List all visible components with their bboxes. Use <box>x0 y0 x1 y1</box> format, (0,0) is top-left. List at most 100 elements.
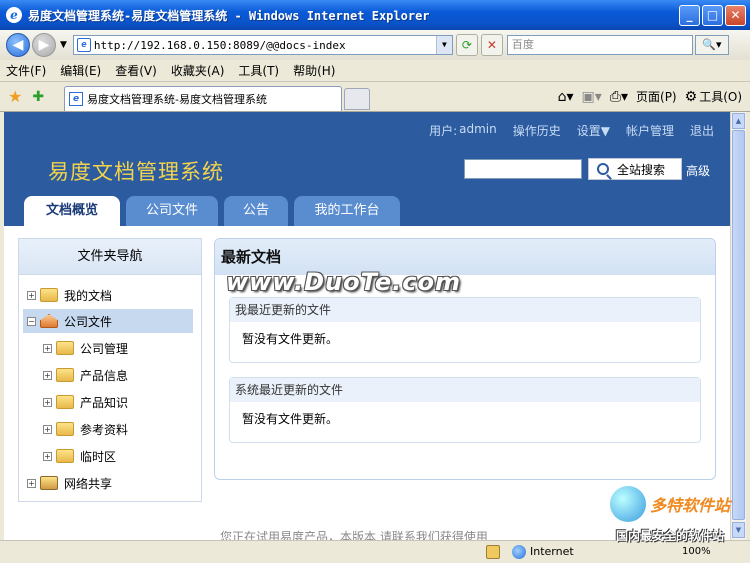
folder-icon <box>40 288 58 302</box>
expand-icon[interactable]: + <box>43 451 52 461</box>
tree-node-my-docs[interactable]: + 我的文档 <box>27 283 112 307</box>
menu-help[interactable]: 帮助(H) <box>293 62 335 79</box>
system-recent-files-box: 系统最近更新的文件 暂没有文件更新。 <box>229 377 701 443</box>
top-links: 用户: admin 操作历史 设置▼ 帐户管理 退出 <box>429 122 714 139</box>
forward-button[interactable]: ▶ <box>32 33 56 57</box>
folder-icon <box>56 422 74 436</box>
brand-tagline: 国内最安全的软件站 <box>616 529 725 543</box>
site-search-input[interactable] <box>464 159 582 179</box>
refresh-button[interactable]: ⟳ <box>455 34 478 56</box>
tree-node-label: 公司文件 <box>64 314 113 329</box>
logo-text: 多特软件站 <box>650 496 731 515</box>
user-label: 用户: <box>429 124 458 138</box>
tools-menu[interactable]: 工具(O) <box>699 88 742 105</box>
site-search-label: 全站搜索 <box>617 162 666 177</box>
tab-company-files[interactable]: 公司文件 <box>126 196 218 226</box>
home-icon[interactable]: ⌂▾ <box>558 89 574 105</box>
vertical-scrollbar[interactable]: ▲ ▼ <box>730 112 746 540</box>
network-folder-icon <box>40 476 58 490</box>
watermark: www.DuoTe.com <box>226 268 461 296</box>
search-icon <box>597 163 609 175</box>
folder-icon <box>56 368 74 382</box>
tab-announcements[interactable]: 公告 <box>224 196 288 226</box>
home-folder-icon <box>40 314 58 328</box>
gear-icon[interactable]: ⚙ <box>685 89 698 105</box>
menu-tools[interactable]: 工具(T) <box>238 62 279 79</box>
expand-icon[interactable]: + <box>27 290 36 300</box>
search-button[interactable]: 🔍▾ <box>694 35 729 55</box>
close-button[interactable]: ✕ <box>725 5 746 26</box>
tree-node-company-files[interactable]: − 公司文件 <box>23 309 193 333</box>
zoom-level[interactable]: 100% <box>682 546 711 557</box>
stop-button[interactable]: ✕ <box>480 34 503 56</box>
menu-favorites[interactable]: 收藏夹(A) <box>171 62 225 79</box>
zone-label: Internet <box>530 545 574 558</box>
tab-overview[interactable]: 文档概览 <box>24 196 120 226</box>
menu-file[interactable]: 文件(F) <box>6 62 46 79</box>
command-bar: ⌂▾ ▣▾ ⎙▾ 页面(P) ⚙ 工具(O) <box>550 88 742 105</box>
minimize-button[interactable]: _ <box>679 5 700 26</box>
tree-node-reference[interactable]: + 参考资料 <box>43 417 128 441</box>
tab-page-icon: e <box>69 92 83 106</box>
ie-logo-icon: e <box>6 7 22 23</box>
address-dropdown-icon[interactable]: ▼ <box>435 36 452 54</box>
tree-node-label: 网络共享 <box>64 476 113 491</box>
internet-zone-icon <box>512 545 526 559</box>
search-input[interactable]: 百度 <box>506 35 693 55</box>
address-bar[interactable]: e http://192.168.0.150:8089/@@docs-index… <box>72 35 453 55</box>
footer-text: 您正在试用易度产品，本版本 请联系我们获得使用 <box>220 530 488 540</box>
tree-node-product-knowledge[interactable]: + 产品知识 <box>43 390 128 414</box>
back-button[interactable]: ◀ <box>6 33 30 57</box>
page-menu[interactable]: 页面(P) <box>636 88 677 105</box>
user-name-link[interactable]: admin <box>459 122 497 139</box>
menu-bar: 文件(F) 编辑(E) 查看(V) 收藏夹(A) 工具(T) 帮助(H) <box>0 60 750 82</box>
menu-view[interactable]: 查看(V) <box>115 62 157 79</box>
tree-node-company-mgmt[interactable]: + 公司管理 <box>43 336 128 360</box>
address-toolbar: ◀ ▶ ▼ e http://192.168.0.150:8089/@@docs… <box>0 30 750 60</box>
page-content: 用户: admin 操作历史 设置▼ 帐户管理 退出 易度文档管理系统 全站搜索… <box>4 112 730 540</box>
scroll-up-icon[interactable]: ▲ <box>732 113 745 129</box>
tab-my-workspace[interactable]: 我的工作台 <box>294 196 400 226</box>
scroll-thumb[interactable] <box>732 130 745 520</box>
advanced-search-link[interactable]: 高级 <box>686 162 710 179</box>
browser-tab-title: 易度文档管理系统-易度文档管理系统 <box>87 93 267 106</box>
logout-link[interactable]: 退出 <box>690 122 714 139</box>
settings-link[interactable]: 设置▼ <box>577 122 610 139</box>
expand-icon[interactable]: + <box>43 397 52 407</box>
tree-node-network-share[interactable]: + 网络共享 <box>27 471 112 495</box>
tree-node-label: 产品信息 <box>80 368 129 383</box>
address-url[interactable]: http://192.168.0.150:8089/@@docs-index <box>94 39 346 52</box>
menu-edit[interactable]: 编辑(E) <box>60 62 101 79</box>
expand-icon[interactable]: + <box>27 478 36 488</box>
collapse-icon[interactable]: − <box>27 316 36 326</box>
tree-node-label: 我的文档 <box>64 288 113 303</box>
box-message: 暂没有文件更新。 <box>242 412 339 426</box>
site-search-button[interactable]: 全站搜索 <box>588 158 682 180</box>
feeds-icon[interactable]: ▣▾ <box>582 89 602 105</box>
tree-node-product-info[interactable]: + 产品信息 <box>43 363 128 387</box>
history-dropdown-icon[interactable]: ▼ <box>60 40 67 50</box>
security-lock-icon <box>486 545 500 559</box>
site-title: 易度文档管理系统 <box>48 160 224 184</box>
history-link[interactable]: 操作历史 <box>513 122 561 139</box>
expand-icon[interactable]: + <box>43 370 52 380</box>
window-titlebar: e 易度文档管理系统-易度文档管理系统 - Windows Internet E… <box>0 0 750 30</box>
print-icon[interactable]: ⎙▾ <box>610 89 628 105</box>
tree-node-temp[interactable]: + 临时区 <box>43 444 116 468</box>
expand-icon[interactable]: + <box>43 343 52 353</box>
tab-bar: ★ ✚ e 易度文档管理系统-易度文档管理系统 ⌂▾ ▣▾ ⎙▾ 页面(P) ⚙… <box>0 82 750 112</box>
logo-globe-icon <box>610 486 646 522</box>
maximize-button[interactable]: □ <box>702 5 723 26</box>
box-title: 系统最近更新的文件 <box>230 378 700 402</box>
new-tab-button[interactable] <box>344 88 370 110</box>
browser-tab[interactable]: e 易度文档管理系统-易度文档管理系统 <box>64 86 342 111</box>
favorites-star-icon[interactable]: ★ <box>8 87 22 106</box>
page-icon: e <box>76 38 91 52</box>
account-link[interactable]: 帐户管理 <box>626 122 674 139</box>
tree-node-label: 公司管理 <box>80 341 129 356</box>
window-title: 易度文档管理系统-易度文档管理系统 - Windows Internet Exp… <box>28 8 430 23</box>
add-favorite-icon[interactable]: ✚ <box>32 89 44 105</box>
box-message: 暂没有文件更新。 <box>242 332 339 346</box>
expand-icon[interactable]: + <box>43 424 52 434</box>
tree-node-label: 参考资料 <box>80 422 129 437</box>
